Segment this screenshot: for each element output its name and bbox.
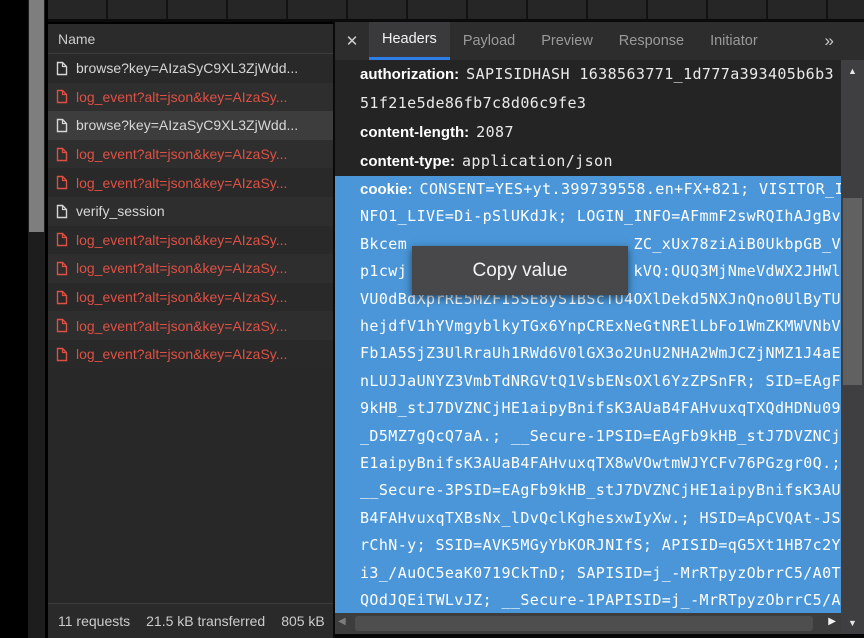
vertical-scrollbar[interactable]: ▲ ▼ [841,60,864,634]
cookie-line: rChN-y; SSID=AVK5MGyYbKORJNIfS; APISID=q… [335,532,841,559]
request-name: log_event?alt=json&key=AIzaSy... [76,260,287,276]
request-row-browse-selected[interactable]: browse?key=AIzaSyC9XL3ZjWdd... [48,111,333,140]
headers-content: authorization: SAPISIDHASH 1638563771_1d7… [335,60,841,613]
header-key: content-length: [360,124,469,141]
cookie-line: __Secure-3PSID=EAgFb9kHB_stJ7DVZNCjHE1ai… [335,477,841,504]
name-column-header[interactable]: Name [48,24,333,54]
header-line: content-type: application/json [335,147,841,176]
request-name: log_event?alt=json&key=AIzaSy... [76,89,287,105]
cookie-line: 9kHB_stJ7DVZNCjHE1aipyBnifsK3AUaB4FAHvux… [335,395,841,422]
request-name: log_event?alt=json&key=AIzaSy... [76,175,287,191]
header-value: 2087 [476,123,514,141]
cookie-header-selected[interactable]: cookie: CONSENT=YES+yt.399739558.en+FX+82… [335,176,841,613]
scroll-up-icon[interactable]: ▲ [841,66,864,76]
document-icon [56,204,68,219]
header-key: content-type: [360,153,455,170]
cookie-line: NFO1_LIVE=Di-pSlUKdJk; LOGIN_INFO=AFmmF2… [335,203,841,230]
request-row-log-event[interactable]: log_event?alt=json&key=AIzaSy... [48,283,333,312]
cookie-line: hejdfV1hYVmgyblkyTGx6YnpCRExNeGtNRElLbFo… [335,313,841,340]
background-scrollbar-thumb[interactable] [29,0,44,232]
header-line: authorization: SAPISIDHASH 1638563771_1d7… [335,60,841,89]
request-name: log_event?alt=json&key=AIzaSy... [76,146,287,162]
document-icon [56,89,68,104]
more-tabs-icon[interactable]: » [825,31,834,51]
header-line: content-length: 2087 [335,118,841,147]
header-value: 51f21e5de86fb7c8d06c9fe3 [360,94,586,112]
request-row-log-event[interactable]: log_event?alt=json&key=AIzaSy... [48,226,333,255]
cookie-line: B4FAHvuxqTXBsNx_lDvQclKghesxwIyXw.; HSID… [335,505,841,532]
document-icon [56,261,68,276]
request-row-log-event[interactable]: log_event?alt=json&key=AIzaSy... [48,254,333,283]
request-row-log-event[interactable]: log_event?alt=json&key=AIzaSy... [48,168,333,197]
panel-bottom-edge [335,634,864,638]
cookie-line: QOdJQEiTWLvJZ; __Secure-1PAPISID=j_-MrRT… [335,587,841,613]
cookie-line: i3_/AuOC5eaK0719CkTnD; SAPISID=j_-MrRTpy… [335,560,841,587]
cookie-line: nLUJJaUNYZ3VmbTdNRGVtQ1VsbENsOXl6YzZPSnF… [335,368,841,395]
horizontal-scrollbar[interactable]: ◀ ▶ [335,613,841,634]
request-name: log_event?alt=json&key=AIzaSy... [76,318,287,334]
request-count: 11 requests [58,613,130,629]
document-icon [56,232,68,247]
tab-payload[interactable]: Payload [450,22,528,60]
request-name: verify_session [76,203,165,219]
transferred-size: 21.5 kB transferred [146,613,265,629]
request-list: browse?key=AIzaSyC9XL3ZjWdd... log_event… [48,54,333,369]
cookie-line: Fb1A5SjZ3UlRraUh1RWd6V0lGX3o2UnU2NHA2WmJ… [335,340,841,367]
network-overview-strip [48,0,864,22]
header-value: CONSENT=YES+yt.399739558.en+FX+821; VISI… [420,180,841,198]
document-icon [56,61,68,76]
header-value: application/json [462,152,613,170]
request-name: log_event?alt=json&key=AIzaSy... [76,346,287,362]
header-key: authorization: [360,66,459,83]
request-row-log-event[interactable]: log_event?alt=json&key=AIzaSy... [48,311,333,340]
tab-initiator[interactable]: Initiator [697,22,771,60]
cookie-line: E1aipyBnifsK3AUaB4FAHvuxqTX8wVOwtmWJYCFv… [335,450,841,477]
tab-preview[interactable]: Preview [528,22,606,60]
copy-value-menu-item[interactable]: Copy value [412,246,628,295]
header-lines: authorization: SAPISIDHASH 1638563771_1d7… [335,60,841,176]
cookie-line: _D5MZ7gQcQ7aA.; __Secure-1PSID=EAgFb9kHB… [335,423,841,450]
request-detail-panel: ✕ Headers Payload Preview Response Initi… [335,22,864,638]
scroll-down-icon[interactable]: ▼ [841,618,864,628]
document-icon [56,347,68,362]
close-icon[interactable]: ✕ [335,22,369,60]
request-name: browse?key=AIzaSyC9XL3ZjWdd... [76,60,298,76]
header-value: SAPISIDHASH 1638563771_1d777a393405b6b3 [466,65,834,83]
request-row-log-event[interactable]: log_event?alt=json&key=AIzaSy... [48,83,333,112]
document-icon [56,147,68,162]
cookie-line: cookie: CONSENT=YES+yt.399739558.en+FX+82… [335,176,841,203]
header-key: cookie: [360,181,413,198]
request-name: log_event?alt=json&key=AIzaSy... [76,232,287,248]
horizontal-scrollbar-thumb[interactable] [355,616,813,631]
document-icon [56,290,68,305]
network-status-bar: 11 requests 21.5 kB transferred 805 kB [48,603,333,638]
scroll-left-icon[interactable]: ◀ [338,616,346,627]
request-row-browse[interactable]: browse?key=AIzaSyC9XL3ZjWdd... [48,54,333,83]
tab-response[interactable]: Response [606,22,697,60]
tab-headers[interactable]: Headers [369,22,450,60]
request-row-verify-session[interactable]: verify_session [48,197,333,226]
detail-tab-bar: ✕ Headers Payload Preview Response Initi… [335,22,864,60]
request-name: browse?key=AIzaSyC9XL3ZjWdd... [76,117,298,133]
background-scrollbar-track [28,0,45,638]
header-line: 51f21e5de86fb7c8d06c9fe3 [335,89,841,118]
document-icon [56,118,68,133]
document-icon [56,175,68,190]
scroll-right-icon[interactable]: ▶ [828,616,836,627]
vertical-scrollbar-thumb[interactable] [843,198,862,385]
network-requests-panel: Name browse?key=AIzaSyC9XL3ZjWdd... log_… [48,24,333,638]
request-name: log_event?alt=json&key=AIzaSy... [76,289,287,305]
resources-size: 805 kB [281,613,325,629]
request-row-log-event[interactable]: log_event?alt=json&key=AIzaSy... [48,340,333,369]
request-row-log-event[interactable]: log_event?alt=json&key=AIzaSy... [48,140,333,169]
document-icon [56,318,68,333]
